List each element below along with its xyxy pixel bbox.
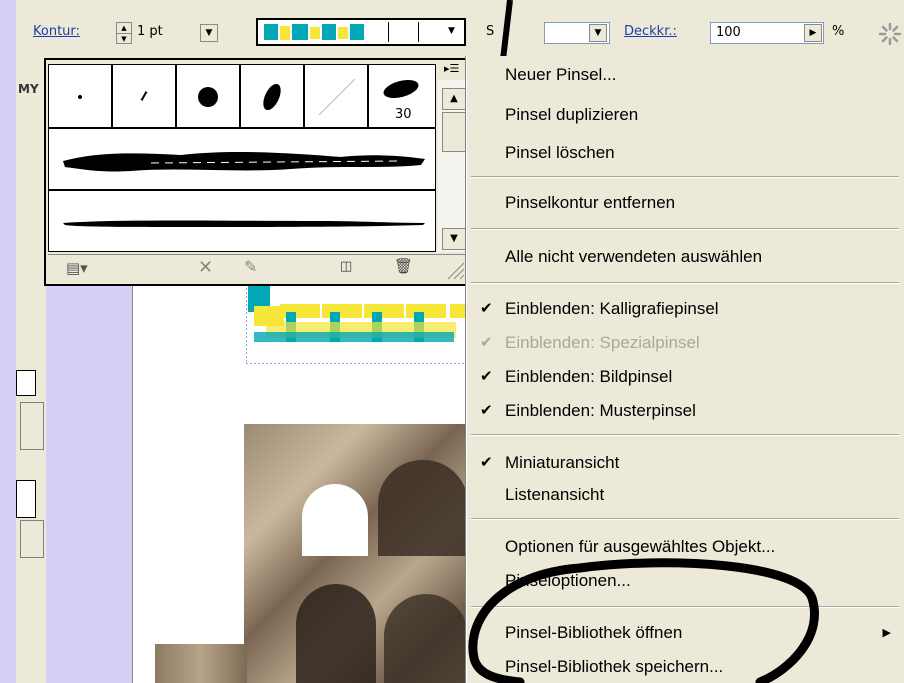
menu-item-musterpinsel[interactable]: ✔ Einblenden: Musterpinsel <box>467 396 904 426</box>
brush-cell[interactable] <box>304 64 368 128</box>
panel-tab[interactable] <box>16 480 36 518</box>
spinner-icon[interactable] <box>878 22 902 46</box>
brush-cell[interactable]: 30 <box>368 64 436 128</box>
panel-button[interactable] <box>20 520 44 558</box>
chevron-down-icon: ▼ <box>589 24 607 42</box>
new-brush-icon[interactable]: ◫ <box>340 259 352 274</box>
resize-grip-icon[interactable] <box>444 259 466 281</box>
brush-options-icon[interactable]: ✎ <box>244 257 257 276</box>
kontur-stepper[interactable]: ▲ ▼ <box>116 22 132 44</box>
deckkraft-flyout-button[interactable]: ▶ <box>804 24 822 42</box>
menu-item-spezialpinsel: ✔ Einblenden: Spezialpinsel <box>467 328 904 358</box>
panel-tab[interactable] <box>16 370 36 396</box>
percent-label: % <box>832 24 845 39</box>
brush-cell[interactable] <box>176 64 240 128</box>
menu-item-miniaturansicht[interactable]: ✔ Miniaturansicht <box>467 448 904 478</box>
menu-item-listenansicht[interactable]: Listenansicht <box>467 480 904 510</box>
kontur-dropdown-button[interactable]: ▼ <box>200 24 218 42</box>
kontur-label[interactable]: Kontur: <box>33 24 80 39</box>
annotation-ellipse <box>468 558 819 683</box>
brush-size-label: 30 <box>395 107 412 122</box>
stepper-up-icon[interactable]: ▲ <box>117 23 131 34</box>
checkmark-icon: ✔ <box>480 368 493 385</box>
colosseum-photo-fragment <box>155 644 247 683</box>
menu-separator <box>471 282 899 284</box>
brush-pattern-preview <box>262 22 370 42</box>
remove-stroke-icon[interactable]: ✕ <box>198 257 213 278</box>
art-brush-row[interactable] <box>48 128 436 190</box>
panel-button[interactable] <box>20 402 44 450</box>
left-panel-strip <box>16 66 46 683</box>
pattern-brush-stroke <box>246 282 468 364</box>
checkmark-icon: ✔ <box>480 454 493 471</box>
style-selector[interactable]: ▼ <box>544 22 610 44</box>
menu-separator <box>471 176 899 178</box>
menu-item-neuer-pinsel[interactable]: Neuer Pinsel... <box>467 60 904 90</box>
scroll-up-button[interactable]: ▲ <box>442 88 466 110</box>
deckkraft-label[interactable]: Deckkr.: <box>624 24 677 39</box>
checkmark-icon: ✔ <box>480 402 493 419</box>
palette-scrollbar[interactable]: ▸☰ ▲ ▼ <box>438 62 468 252</box>
checkmark-icon: ✔ <box>480 334 493 351</box>
menu-item-alle-nicht-verwendeten[interactable]: Alle nicht verwendeten auswählen <box>467 242 904 272</box>
delete-brush-icon[interactable]: 🗑 <box>394 257 413 275</box>
scroll-down-button[interactable]: ▼ <box>442 228 466 250</box>
brush-cell[interactable] <box>240 64 304 128</box>
brush-palette: MY 30 ▸☰ ▲ ▼ ▤▾ ✕ ✎ ◫ 🗑 <box>18 58 472 286</box>
brush-library-icon[interactable]: ▤▾ <box>66 259 88 277</box>
palette-bottom-bar: ▤▾ ✕ ✎ ◫ 🗑 <box>48 254 468 283</box>
menu-item-pinsel-duplizieren[interactable]: Pinsel duplizieren <box>467 100 904 130</box>
colosseum-photo[interactable] <box>244 424 468 683</box>
submenu-arrow-icon: ▶ <box>882 627 891 639</box>
menu-separator <box>471 518 899 520</box>
menu-item-kalligrafiepinsel[interactable]: ✔ Einblenden: Kalligrafiepinsel <box>467 294 904 324</box>
menu-item-pinselkontur-entfernen[interactable]: Pinselkontur entfernen <box>467 188 904 218</box>
brush-cell[interactable] <box>48 64 112 128</box>
checkmark-icon: ✔ <box>480 300 493 317</box>
palette-side-label: MY <box>18 82 39 96</box>
menu-item-pinsel-loeschen[interactable]: Pinsel löschen <box>467 138 904 168</box>
palette-menu-icon[interactable]: ▸☰ <box>438 62 468 80</box>
scroll-thumb[interactable] <box>442 112 466 152</box>
menu-item-bildpinsel[interactable]: ✔ Einblenden: Bildpinsel <box>467 362 904 392</box>
menu-separator <box>471 434 899 436</box>
art-brush-row[interactable] <box>48 190 436 252</box>
brush-cell[interactable] <box>112 64 176 128</box>
brush-selector[interactable]: ▼ <box>256 18 466 46</box>
stepper-down-icon[interactable]: ▼ <box>117 34 131 44</box>
chevron-down-icon: ▼ <box>448 26 455 36</box>
menu-separator <box>471 228 899 230</box>
